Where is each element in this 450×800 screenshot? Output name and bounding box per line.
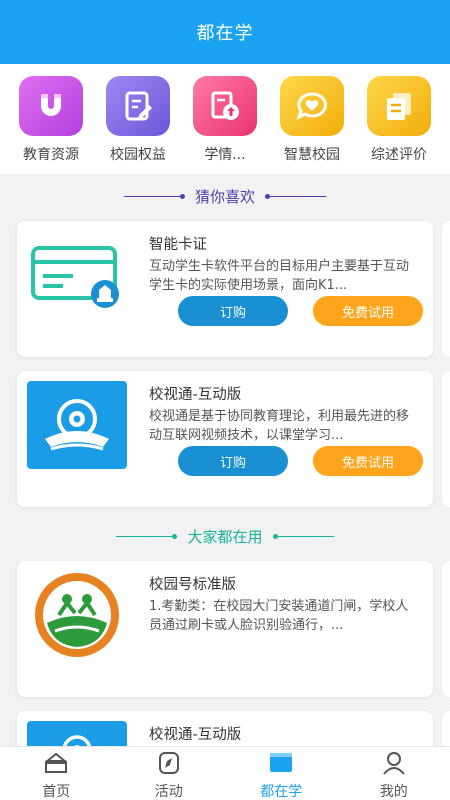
quicknav-label: 学情...	[204, 147, 246, 163]
section-header-popular: 大家都在用	[0, 526, 450, 547]
product-card[interactable]: 智能卡证 互动学生卡软件平台的目标用户主要基于互动学生卡的实际使用场景，面向K1…	[17, 221, 433, 357]
product-card[interactable]: 校视通-互动版 校视通是基于协同教育理论，利用最先进的移动互联网视频技术，以课堂…	[17, 371, 433, 507]
tab-label: 都在学	[260, 784, 303, 800]
card-title: 校园号标准版	[149, 577, 236, 593]
divider	[277, 536, 334, 537]
card-peek	[442, 221, 450, 357]
quicknav-item-campus-rights[interactable]: 校园权益	[95, 76, 181, 174]
divider-dot	[179, 194, 185, 199]
heart-chat-icon	[280, 76, 344, 136]
card-description: 互动学生卡软件平台的目标用户主要基于互动学生卡的实际使用场景，面向K1...	[149, 259, 410, 293]
card-peek	[442, 561, 450, 697]
tab-label: 活动	[154, 784, 183, 800]
quicknav-item-smart-campus[interactable]: 智慧校园	[269, 76, 355, 174]
divider	[270, 196, 326, 197]
tab-home[interactable]: 首页	[0, 747, 113, 800]
card-description: 1.考勤类：在校园大门安装通道门闸，学校人员通过刷卡或人脸识别验通行，...	[149, 599, 409, 633]
card-title: 校视通-互动版	[149, 387, 242, 403]
learn-icon	[267, 751, 295, 779]
quicknav-item-study-status[interactable]: 学情...	[182, 76, 268, 174]
order-button[interactable]: 订购	[178, 296, 288, 326]
video-camera-icon	[27, 381, 127, 469]
tab-learning[interactable]: 都在学	[225, 747, 338, 800]
quicknav-label: 智慧校园	[284, 147, 340, 163]
card-title: 校视通-互动版	[149, 727, 242, 743]
free-trial-button[interactable]: 免费试用	[313, 446, 423, 476]
tab-mine[interactable]: 我的	[338, 747, 450, 800]
smart-card-icon	[27, 231, 127, 319]
section-title: 大家都在用	[187, 528, 263, 546]
quick-nav: 教育资源 校园权益 学情... 智慧校园 综述评价	[0, 64, 450, 174]
card-description: 校视通是基于协同教育理论，利用最先进的移动互联网视频技术，以课堂学习...	[149, 409, 410, 443]
section-header-guess: 猜你喜欢	[0, 186, 450, 207]
school-badge-icon	[27, 571, 127, 659]
app-header: 都在学	[0, 0, 450, 64]
documents-icon	[367, 76, 431, 136]
quicknav-label: 教育资源	[23, 147, 79, 163]
divider	[116, 536, 173, 537]
quicknav-item-education-resources[interactable]: 教育资源	[8, 76, 94, 174]
divider	[123, 196, 180, 197]
tab-activity[interactable]: 活动	[113, 747, 226, 800]
page-title: 都在学	[196, 23, 254, 44]
card-peek	[442, 371, 450, 507]
free-trial-button[interactable]: 免费试用	[313, 296, 423, 326]
tab-label: 我的	[379, 784, 408, 800]
quicknav-item-review[interactable]: 综述评价	[356, 76, 442, 174]
tab-label: 首页	[42, 784, 71, 800]
card-title: 智能卡证	[149, 237, 207, 253]
section-title: 猜你喜欢	[194, 188, 255, 206]
edit-document-icon	[106, 76, 170, 136]
product-card[interactable]: 校园号标准版 1.考勤类：在校园大门安装通道门闸，学校人员通过刷卡或人脸识别验通…	[17, 561, 433, 697]
divider-dot	[172, 534, 178, 539]
bottom-tab-bar: 首页 活动 都在学 我的	[0, 746, 450, 800]
compass-icon	[156, 751, 182, 779]
home-icon	[43, 751, 69, 779]
quicknav-label: 综述评价	[371, 147, 427, 163]
magnet-icon	[19, 76, 83, 136]
quicknav-label: 校园权益	[110, 147, 166, 163]
upload-document-icon	[193, 76, 257, 136]
user-icon	[381, 751, 407, 779]
order-button[interactable]: 订购	[178, 446, 288, 476]
